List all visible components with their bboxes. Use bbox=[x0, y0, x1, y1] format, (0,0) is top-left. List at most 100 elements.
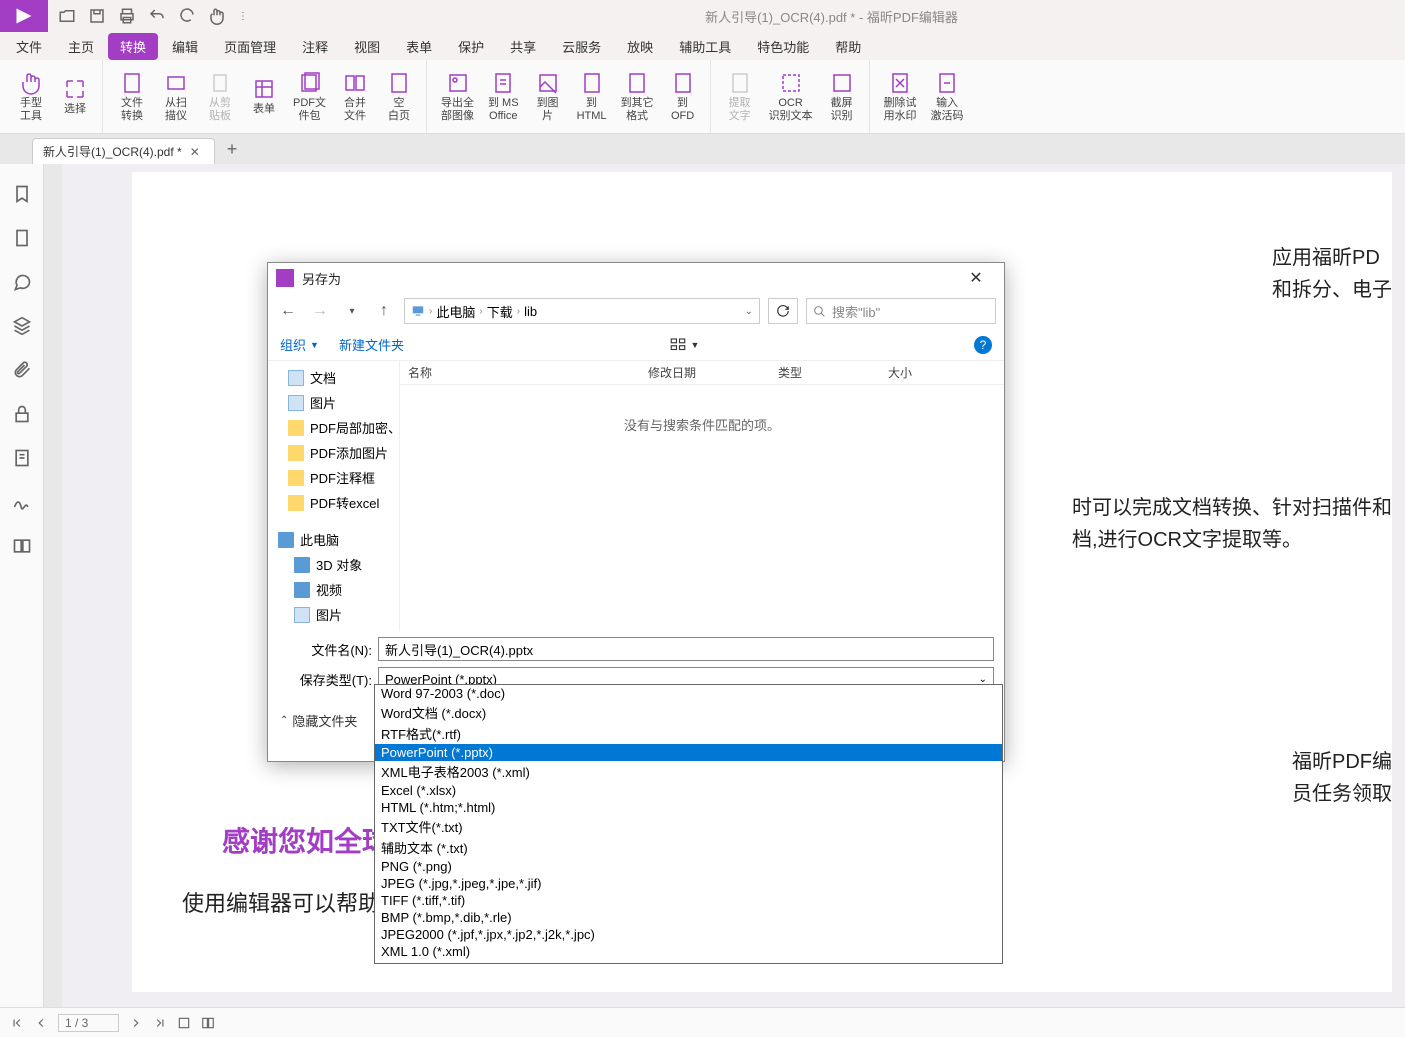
chevron-down-icon[interactable]: ⌄ bbox=[745, 306, 753, 317]
qat-dropdown-icon[interactable]: ⋮ bbox=[238, 11, 248, 22]
tree-item[interactable]: 文档 bbox=[268, 627, 399, 631]
menu-item-1[interactable]: 主页 bbox=[56, 33, 106, 60]
layers-icon[interactable] bbox=[12, 316, 32, 336]
menu-item-14[interactable]: 帮助 bbox=[823, 33, 873, 60]
filename-input[interactable] bbox=[378, 637, 994, 661]
prev-page-icon[interactable] bbox=[34, 1016, 48, 1030]
menu-item-11[interactable]: 放映 bbox=[615, 33, 665, 60]
tree-item[interactable]: PDF添加图片 bbox=[268, 440, 399, 465]
scroll-gutter[interactable] bbox=[44, 164, 62, 1007]
tree-item[interactable]: 文档 bbox=[268, 365, 399, 390]
open-icon[interactable] bbox=[58, 7, 76, 25]
to-msoffice-button[interactable]: 到 MSOffice bbox=[482, 67, 525, 127]
filetype-option[interactable]: Word 97-2003 (*.doc) bbox=[375, 685, 1002, 702]
save-icon[interactable] bbox=[88, 7, 106, 25]
col-size[interactable]: 大小 bbox=[880, 364, 920, 381]
menu-item-6[interactable]: 视图 bbox=[342, 33, 392, 60]
chevron-down-icon[interactable]: ▼ bbox=[691, 340, 700, 350]
last-page-icon[interactable] bbox=[153, 1016, 167, 1030]
menu-item-4[interactable]: 页面管理 bbox=[212, 33, 288, 60]
export-all-images-button[interactable]: 导出全部图像 bbox=[435, 67, 480, 127]
filetype-option[interactable]: HTML (*.htm;*.html) bbox=[375, 799, 1002, 816]
help-button[interactable]: ? bbox=[974, 336, 992, 354]
organize-button[interactable]: 组织 ▼ bbox=[280, 335, 319, 354]
menu-item-13[interactable]: 特色功能 bbox=[745, 33, 821, 60]
menu-item-2[interactable]: 转换 bbox=[108, 33, 158, 60]
filetype-option[interactable]: JPEG2000 (*.jpf,*.jpx,*.jp2,*.j2k,*.jpc) bbox=[375, 926, 1002, 943]
col-date[interactable]: 修改日期 bbox=[640, 364, 770, 381]
redo-icon[interactable] bbox=[178, 7, 196, 25]
pages-icon[interactable] bbox=[12, 228, 32, 248]
filetype-option[interactable]: BMP (*.bmp,*.dib,*.rle) bbox=[375, 909, 1002, 926]
filetype-option[interactable]: PowerPoint (*.pptx) bbox=[375, 744, 1002, 761]
form-panel-icon[interactable] bbox=[12, 448, 32, 468]
tree-item[interactable]: 此电脑 bbox=[268, 527, 399, 552]
menu-item-3[interactable]: 编辑 bbox=[160, 33, 210, 60]
hide-folders-toggle[interactable]: ⌃ 隐藏文件夹 bbox=[280, 711, 357, 730]
view-mode-icon[interactable] bbox=[177, 1016, 191, 1030]
tree-item[interactable]: 3D 对象 bbox=[268, 552, 399, 577]
next-page-icon[interactable] bbox=[129, 1016, 143, 1030]
nav-back-icon[interactable]: ← bbox=[276, 299, 300, 323]
filetype-option[interactable]: RTF格式(*.rtf) bbox=[375, 723, 1002, 744]
comment-icon[interactable] bbox=[12, 272, 32, 292]
pdf-package-button[interactable]: PDF文件包 bbox=[287, 67, 332, 127]
filetype-option[interactable]: PNG (*.png) bbox=[375, 858, 1002, 875]
refresh-button[interactable] bbox=[768, 298, 798, 324]
filetype-option[interactable]: TIFF (*.tiff,*.tif) bbox=[375, 892, 1002, 909]
close-icon[interactable]: ✕ bbox=[190, 145, 204, 159]
nav-up-icon[interactable]: ↑ bbox=[372, 299, 396, 323]
attachment-icon[interactable] bbox=[12, 360, 32, 380]
lock-icon[interactable] bbox=[12, 404, 32, 424]
form-button[interactable]: 表单 bbox=[243, 73, 285, 120]
tree-item[interactable]: PDF转excel bbox=[268, 490, 399, 515]
app-icon[interactable] bbox=[0, 0, 48, 32]
filetype-option[interactable]: JPEG (*.jpg,*.jpeg,*.jpe,*.jif) bbox=[375, 875, 1002, 892]
select-button[interactable]: 选择 bbox=[54, 73, 96, 120]
print-icon[interactable] bbox=[118, 7, 136, 25]
merge-button[interactable]: 合并文件 bbox=[334, 67, 376, 127]
from-scanner-button[interactable]: 从扫描仪 bbox=[155, 67, 197, 127]
filetype-option[interactable]: TXT文件(*.txt) bbox=[375, 816, 1002, 837]
filetype-option[interactable]: XML电子表格2003 (*.xml) bbox=[375, 761, 1002, 782]
nav-recent-icon[interactable]: ▾ bbox=[340, 299, 364, 323]
chevron-right-icon[interactable]: › bbox=[479, 306, 482, 317]
ocr-text-button[interactable]: OCR识别文本 bbox=[763, 67, 819, 127]
menu-item-5[interactable]: 注释 bbox=[290, 33, 340, 60]
to-image-button[interactable]: 到图片 bbox=[527, 67, 569, 127]
filetype-option[interactable]: Word文档 (*.docx) bbox=[375, 702, 1002, 723]
signature-icon[interactable] bbox=[12, 492, 32, 512]
undo-icon[interactable] bbox=[148, 7, 166, 25]
tree-item[interactable]: 图片 bbox=[268, 602, 399, 627]
folder-tree[interactable]: 文档图片PDF局部加密、PPDF添加图片PDF注释框PDF转excel此电脑3D… bbox=[268, 361, 400, 631]
new-folder-button[interactable]: 新建文件夹 bbox=[339, 335, 404, 354]
hand-icon[interactable] bbox=[208, 7, 226, 25]
blank-page-button[interactable]: 空白页 bbox=[378, 67, 420, 127]
file-list[interactable]: 名称 修改日期 类型 大小 没有与搜索条件匹配的项。 bbox=[400, 361, 1004, 631]
menu-item-7[interactable]: 表单 bbox=[394, 33, 444, 60]
col-name[interactable]: 名称 bbox=[400, 364, 640, 381]
page-indicator[interactable]: 1 / 3 bbox=[58, 1014, 119, 1032]
col-type[interactable]: 类型 bbox=[770, 364, 880, 381]
chevron-right-icon[interactable]: › bbox=[429, 306, 432, 317]
chevron-right-icon[interactable]: › bbox=[517, 306, 520, 317]
to-other-button[interactable]: 到其它格式 bbox=[615, 67, 660, 127]
view-options-icon[interactable] bbox=[669, 336, 687, 354]
bookmark-icon[interactable] bbox=[12, 184, 32, 204]
add-tab-button[interactable]: + bbox=[227, 139, 238, 160]
hand-tool-button[interactable]: 手型工具 bbox=[10, 67, 52, 127]
view-mode2-icon[interactable] bbox=[201, 1016, 215, 1030]
tree-item[interactable]: PDF注释框 bbox=[268, 465, 399, 490]
first-page-icon[interactable] bbox=[10, 1016, 24, 1030]
document-tab[interactable]: 新人引导(1)_OCR(4).pdf * ✕ bbox=[32, 138, 215, 164]
tree-item[interactable]: 视频 bbox=[268, 577, 399, 602]
breadcrumb[interactable]: › 此电脑 › 下载 › lib ⌄ bbox=[404, 298, 760, 324]
menu-item-12[interactable]: 辅助工具 bbox=[667, 33, 743, 60]
compare-icon[interactable] bbox=[12, 536, 32, 556]
breadcrumb-item[interactable]: 下载 bbox=[487, 302, 513, 321]
search-input[interactable]: 搜索"lib" bbox=[806, 298, 996, 324]
ocr-screenshot-button[interactable]: 截屏识别 bbox=[821, 67, 863, 127]
menu-item-10[interactable]: 云服务 bbox=[550, 33, 613, 60]
filetype-dropdown[interactable]: Word 97-2003 (*.doc)Word文档 (*.docx)RTF格式… bbox=[374, 684, 1003, 964]
filetype-option[interactable]: 辅助文本 (*.txt) bbox=[375, 837, 1002, 858]
